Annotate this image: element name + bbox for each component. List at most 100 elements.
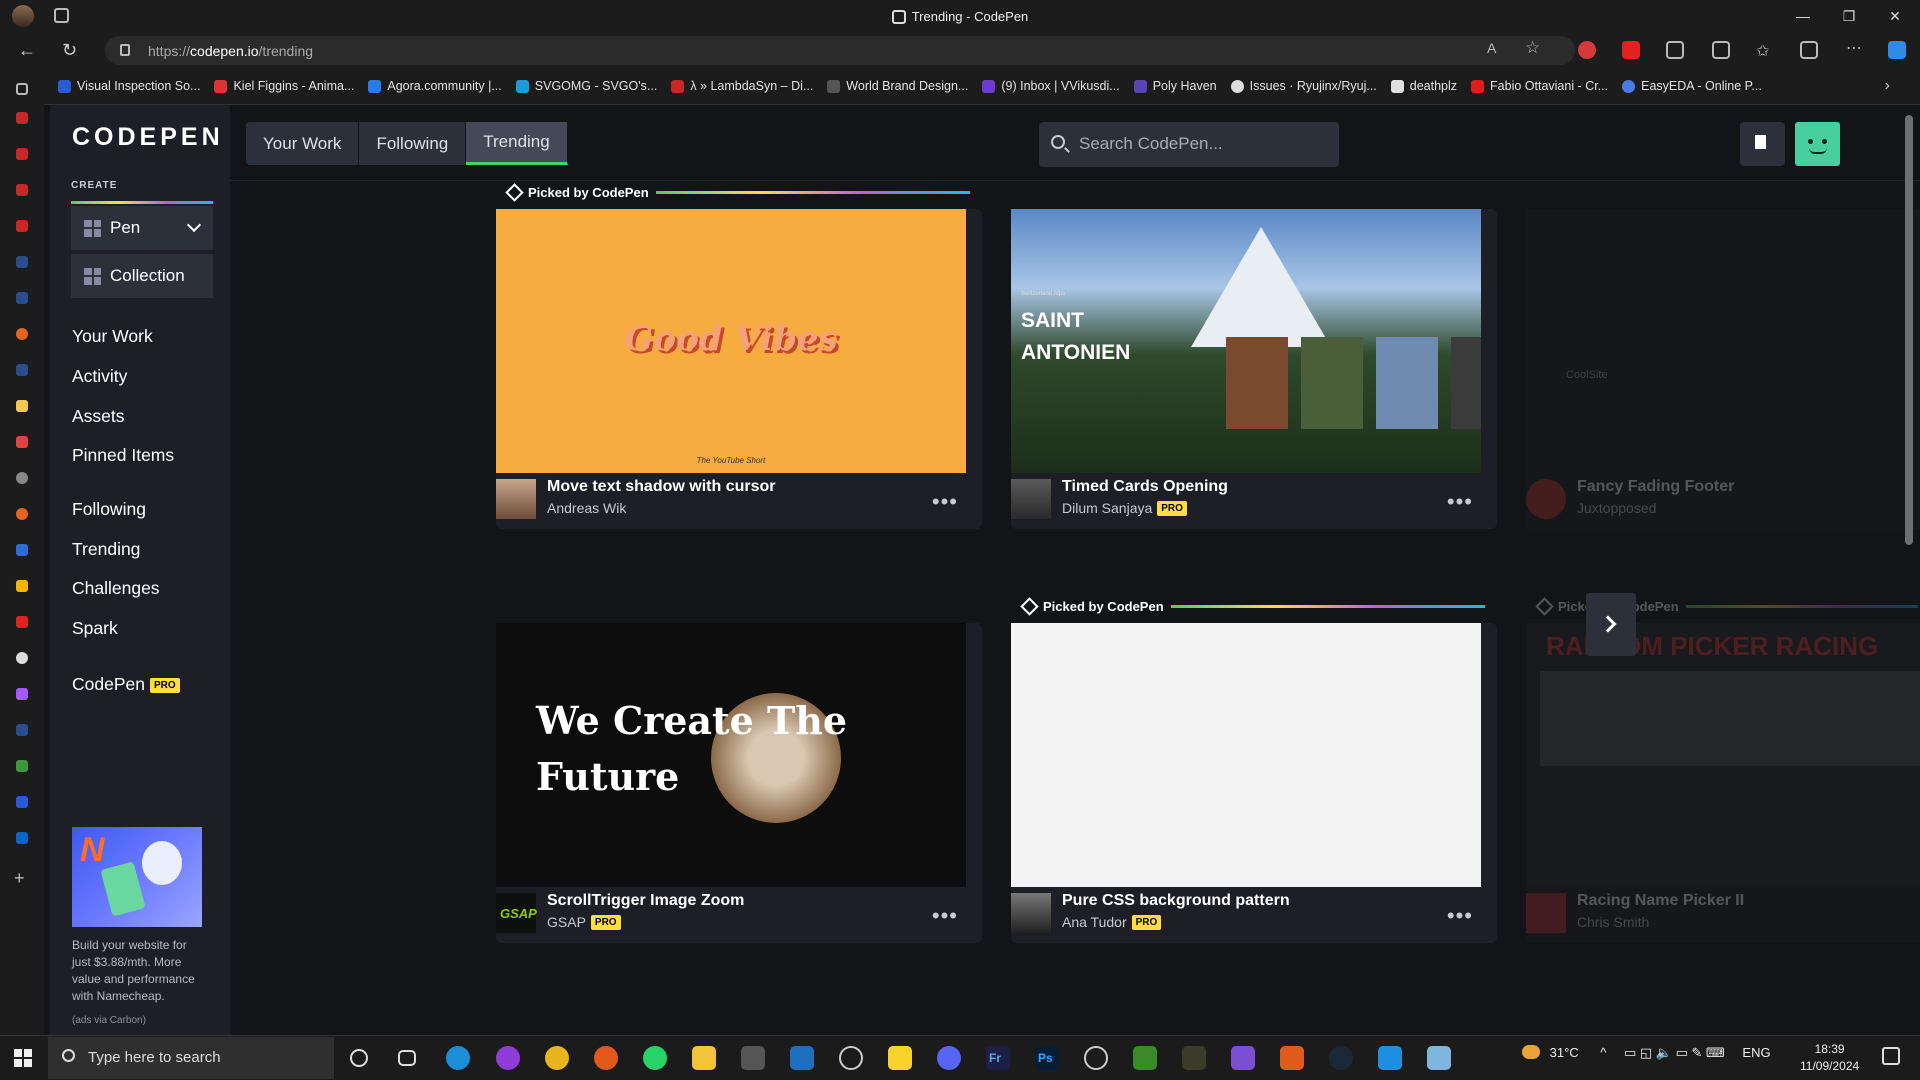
pen-author[interactable]: GSAP PRO — [547, 914, 621, 930]
cortana-icon[interactable] — [350, 1049, 368, 1067]
edge-taskbar-icon[interactable] — [446, 1046, 470, 1070]
bookmark-item[interactable]: EasyEDA - Online P... — [1622, 79, 1762, 93]
add-tab-icon[interactable]: + — [14, 868, 25, 889]
chevron-down-icon[interactable] — [186, 217, 202, 233]
pinned-items-button[interactable] — [1740, 122, 1785, 166]
pinned-tab-icon[interactable] — [16, 688, 28, 700]
taskbar-app-icon[interactable] — [839, 1046, 863, 1070]
pinned-tab-icon[interactable] — [16, 580, 28, 592]
discord-icon[interactable] — [937, 1046, 961, 1070]
pinned-tab-icon[interactable] — [16, 436, 28, 448]
taskbar-app-icon[interactable] — [1182, 1046, 1206, 1070]
gsap-logo[interactable]: GSAP — [496, 893, 537, 933]
tab-following[interactable]: Following — [359, 122, 467, 165]
sidebar-link-pinned-items[interactable]: Pinned Items — [72, 445, 174, 466]
taskbar-app-icon[interactable] — [1427, 1046, 1451, 1070]
sidebar-link-following[interactable]: Following — [72, 499, 146, 520]
bookmark-item[interactable]: Agora.community |... — [368, 79, 502, 93]
pen-author[interactable]: Andreas Wik — [547, 500, 626, 516]
pinned-tab-icon[interactable] — [16, 472, 28, 484]
read-aloud-icon[interactable]: A — [1487, 40, 1505, 58]
bookmark-item[interactable]: Kiel Figgins - Anima... — [214, 79, 354, 93]
back-icon[interactable]: ← — [18, 40, 36, 61]
chrome-icon[interactable] — [545, 1046, 569, 1070]
tray-chevron-icon[interactable]: ^ — [1600, 1045, 1606, 1060]
tab-your-work[interactable]: Your Work — [246, 122, 360, 165]
pinned-tab-icon[interactable] — [16, 148, 28, 160]
sidebar-link-challenges[interactable]: Challenges — [72, 578, 160, 599]
minecraft-icon[interactable] — [1133, 1046, 1157, 1070]
tray-icons[interactable]: ▭ ◱ 🔈 ▭ ✎ ⌨ — [1624, 1045, 1725, 1060]
pinned-tab-icon[interactable] — [16, 544, 28, 556]
pen-preview[interactable]: Switzerland Alps SAINT ANTONIEN — [1011, 209, 1481, 473]
avatar[interactable] — [496, 479, 536, 519]
favorite-star-icon[interactable]: ☆ — [1525, 38, 1543, 57]
sidebar-link-activity[interactable]: Activity — [72, 366, 127, 387]
more-menu-icon[interactable]: ⋯ — [1846, 38, 1864, 57]
avatar[interactable] — [1526, 893, 1566, 933]
codepen-tab-icon[interactable] — [16, 652, 28, 664]
bookmark-item[interactable]: SVGOMG - SVGO's... — [515, 79, 657, 93]
avatar[interactable] — [1011, 893, 1051, 933]
store-icon[interactable] — [790, 1046, 814, 1070]
sticky-notes-icon[interactable] — [888, 1046, 912, 1070]
pinned-tab-icon[interactable] — [16, 184, 28, 196]
photoshop-icon[interactable]: Ps — [1035, 1046, 1059, 1070]
taskbar-app-icon[interactable] — [496, 1046, 520, 1070]
taskbar-app-icon[interactable] — [1280, 1046, 1304, 1070]
copilot-icon[interactable] — [1888, 41, 1906, 59]
favorites-icon[interactable]: ✩ — [1756, 41, 1774, 60]
youtube-extension-icon[interactable] — [1622, 41, 1640, 59]
bookmarks-overflow-icon[interactable]: › — [1885, 77, 1890, 95]
notifications-icon[interactable] — [1882, 1047, 1900, 1065]
minimize-button[interactable]: — — [1780, 0, 1826, 32]
more-options-icon[interactable]: ••• — [932, 903, 958, 929]
sidebar-link-assets[interactable]: Assets — [72, 406, 125, 427]
pen-title[interactable]: Racing Name Picker II — [1577, 892, 1744, 910]
pen-title[interactable]: ScrollTrigger Image Zoom — [547, 892, 744, 910]
taskbar-search-input[interactable]: Type here to search — [48, 1037, 334, 1079]
pen-preview[interactable]: RANDOM PICKER RACING — [1526, 623, 1920, 887]
restore-button[interactable]: ❐ — [1826, 0, 1872, 32]
user-avatar[interactable] — [1795, 122, 1840, 166]
create-collection-button[interactable]: Collection — [71, 254, 213, 298]
fresco-icon[interactable]: Fr — [986, 1046, 1010, 1070]
tab-trending[interactable]: Trending — [466, 122, 568, 165]
pinned-tab-icon[interactable] — [16, 796, 28, 808]
bookmark-item[interactable]: Visual Inspection So... — [58, 79, 200, 93]
tab-list-icon[interactable] — [16, 83, 28, 95]
pinned-tab-icon[interactable] — [16, 256, 28, 268]
pen-author[interactable]: Dilum Sanjaya PRO — [1062, 500, 1187, 516]
extensions-icon[interactable] — [1666, 41, 1684, 59]
pen-preview[interactable]: CoolSite — [1526, 209, 1920, 473]
bookmark-item[interactable]: Issues · Ryujinx/Ryuj... — [1230, 79, 1377, 93]
pinned-tab-icon[interactable] — [16, 364, 28, 376]
pen-author[interactable]: Chris Smith — [1577, 914, 1649, 930]
taskbar-app-icon[interactable] — [1084, 1046, 1108, 1070]
codepen-logo[interactable]: CODEPEN — [72, 123, 224, 152]
weather-icon[interactable] — [1522, 1045, 1540, 1059]
split-screen-icon[interactable] — [1712, 41, 1730, 59]
pen-title[interactable]: Move text shadow with cursor — [547, 478, 775, 496]
bookmark-item[interactable]: (9) Inbox | VVikusdi... — [982, 79, 1120, 93]
sidebar-link-trending[interactable]: Trending — [72, 539, 140, 560]
bookmark-item[interactable]: Poly Haven — [1133, 79, 1217, 93]
sidebar-link-codepen-pro[interactable]: CodePen PRO — [72, 674, 180, 695]
more-options-icon[interactable]: ••• — [932, 489, 958, 515]
bookmark-item[interactable]: World Brand Design... — [827, 79, 968, 93]
pinned-tab-icon[interactable] — [16, 724, 28, 736]
taskbar-clock[interactable]: 18:39 11/09/2024 — [1800, 1041, 1859, 1075]
pen-title[interactable]: Fancy Fading Footer — [1577, 478, 1734, 496]
page-scrollbar[interactable] — [1904, 109, 1914, 1029]
pinned-tab-icon[interactable] — [16, 220, 28, 232]
create-pen-button[interactable]: Pen — [71, 206, 213, 250]
pinned-tab-icon[interactable] — [16, 292, 28, 304]
close-button[interactable]: ✕ — [1872, 0, 1918, 32]
pen-author[interactable]: Ana Tudor PRO — [1062, 914, 1162, 930]
windows-start-icon[interactable] — [14, 1049, 32, 1067]
adblock-icon[interactable] — [1578, 41, 1596, 59]
pen-preview[interactable]: Good Vibes The YouTube Short — [496, 209, 966, 473]
ad-text[interactable]: Build your website for just $3.88/mth. M… — [72, 937, 207, 1005]
whatsapp-icon[interactable] — [643, 1046, 667, 1070]
sidebar-link-your-work[interactable]: Your Work — [72, 326, 153, 347]
